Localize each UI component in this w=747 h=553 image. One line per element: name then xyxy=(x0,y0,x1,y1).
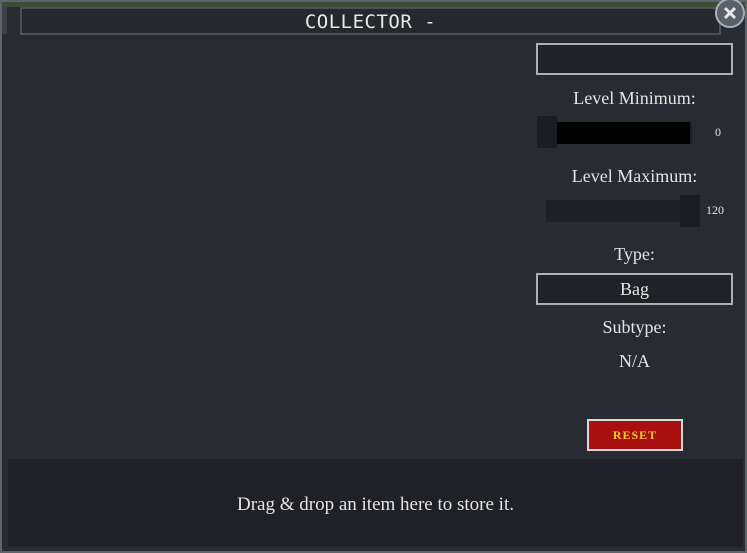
level-maximum-label: Level Maximum: xyxy=(571,166,698,186)
level-maximum-slider-track[interactable] xyxy=(546,200,692,222)
close-button[interactable] xyxy=(715,0,745,28)
reset-button[interactable]: RESET xyxy=(587,419,683,451)
subtype-label: Subtype: xyxy=(602,317,667,337)
subtype-value: N/A xyxy=(619,351,650,371)
level-minimum-value: 0 xyxy=(715,125,721,139)
title-bar: COLLECTOR - xyxy=(20,7,721,35)
window-left-edge xyxy=(2,6,7,34)
close-icon xyxy=(723,6,737,20)
level-maximum-value: 120 xyxy=(706,203,724,217)
level-maximum-slider-thumb[interactable] xyxy=(680,195,700,227)
drop-zone-instructions: Drag & drop an item here to store it. xyxy=(236,494,514,515)
name-search-input[interactable] xyxy=(536,43,733,75)
type-label: Type: xyxy=(614,244,655,264)
window-title: COLLECTOR - xyxy=(304,11,437,33)
type-select[interactable]: Bag xyxy=(536,273,733,305)
level-minimum-slider-thumb[interactable] xyxy=(537,116,557,148)
level-minimum-label: Level Minimum: xyxy=(573,88,696,108)
item-drop-zone[interactable]: Drag & drop an item here to store it. xyxy=(8,459,743,547)
level-minimum-slider-fill xyxy=(556,122,690,144)
